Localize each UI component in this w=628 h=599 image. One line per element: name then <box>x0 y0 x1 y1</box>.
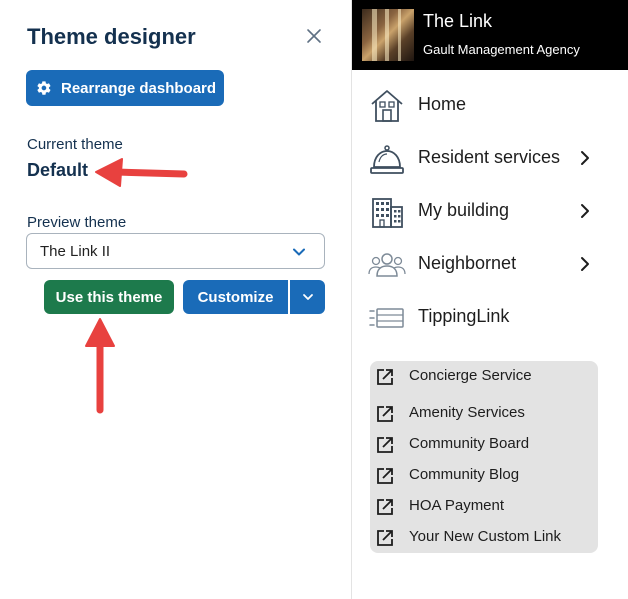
people-icon <box>368 253 406 277</box>
sidebar-item-my-building[interactable]: My building <box>352 189 628 233</box>
theme-designer-panel: Theme designer Rearrange dashboard Curre… <box>0 0 352 599</box>
external-link-icon <box>377 468 393 484</box>
link-hoa-payment[interactable]: HOA Payment <box>370 493 598 519</box>
rearrange-dashboard-label: Rearrange dashboard <box>61 79 217 97</box>
sidebar-item-label: My building <box>418 200 510 220</box>
chevron-right-icon <box>581 151 589 165</box>
sidebar-item-resident-services[interactable]: Resident services <box>352 136 628 180</box>
sidebar-item-label: Neighbornet <box>418 253 517 273</box>
custom-links-panel: Concierge Service Amenity Services Commu… <box>370 361 598 553</box>
external-link-icon <box>377 499 393 515</box>
brand-subtitle: Gault Management Agency <box>423 42 580 57</box>
gear-icon <box>36 80 52 96</box>
chevron-down-icon <box>292 245 306 259</box>
link-your-new-custom-link[interactable]: Your New Custom Link <box>370 524 598 550</box>
external-link-icon <box>377 406 393 422</box>
panel-title: Theme designer <box>27 24 196 49</box>
sidebar-item-tippinglink[interactable]: TippingLink <box>352 295 628 339</box>
sidebar-item-label: Resident services <box>418 147 561 167</box>
current-theme-label: Current theme <box>27 136 123 153</box>
current-theme-value: Default <box>27 160 89 180</box>
link-label: Your New Custom Link <box>409 528 562 545</box>
link-label: Community Blog <box>409 466 520 483</box>
customize-button[interactable]: Customize <box>183 280 288 314</box>
external-link-icon <box>377 530 393 546</box>
sidebar-item-label: Home <box>418 94 467 114</box>
link-concierge-service[interactable]: Concierge Service <box>370 363 598 389</box>
sidebar-item-home[interactable]: Home <box>352 83 628 127</box>
external-link-icon <box>377 369 393 385</box>
link-label: Amenity Services <box>409 404 525 421</box>
brand-header[interactable]: The Link Gault Management Agency <box>352 0 628 70</box>
link-community-board[interactable]: Community Board <box>370 431 598 457</box>
preview-theme-select[interactable]: The Link II <box>26 233 325 269</box>
annotation-arrow-up <box>85 318 115 414</box>
building-icon <box>372 198 403 228</box>
close-icon <box>307 29 321 43</box>
use-this-theme-button[interactable]: Use this theme <box>44 280 174 314</box>
building-photo <box>362 9 414 61</box>
sidebar-item-neighbornet[interactable]: Neighbornet <box>352 242 628 286</box>
preview-theme-label: Preview theme <box>27 214 127 231</box>
chevron-down-icon <box>302 294 313 300</box>
link-label: Community Board <box>409 435 530 452</box>
chevron-right-icon <box>581 204 589 218</box>
brand-title: The Link <box>423 11 493 31</box>
annotation-arrow-left <box>95 158 188 187</box>
link-label: Concierge Service <box>409 367 532 384</box>
chevron-right-icon <box>581 257 589 271</box>
list-card-icon <box>369 308 404 328</box>
preview-theme-selected: The Link II <box>40 242 111 260</box>
link-amenity-services[interactable]: Amenity Services <box>370 400 598 426</box>
sidebar: The Link Gault Management Agency Home Re… <box>352 0 628 599</box>
rearrange-dashboard-button[interactable]: Rearrange dashboard <box>26 70 224 106</box>
link-community-blog[interactable]: Community Blog <box>370 462 598 488</box>
service-bell-icon <box>370 145 404 174</box>
external-link-icon <box>377 437 393 453</box>
customize-dropdown-button[interactable] <box>290 280 325 314</box>
link-label: HOA Payment <box>409 497 505 514</box>
house-icon <box>371 90 403 122</box>
close-button[interactable] <box>302 24 326 48</box>
sidebar-item-label: TippingLink <box>418 306 510 326</box>
